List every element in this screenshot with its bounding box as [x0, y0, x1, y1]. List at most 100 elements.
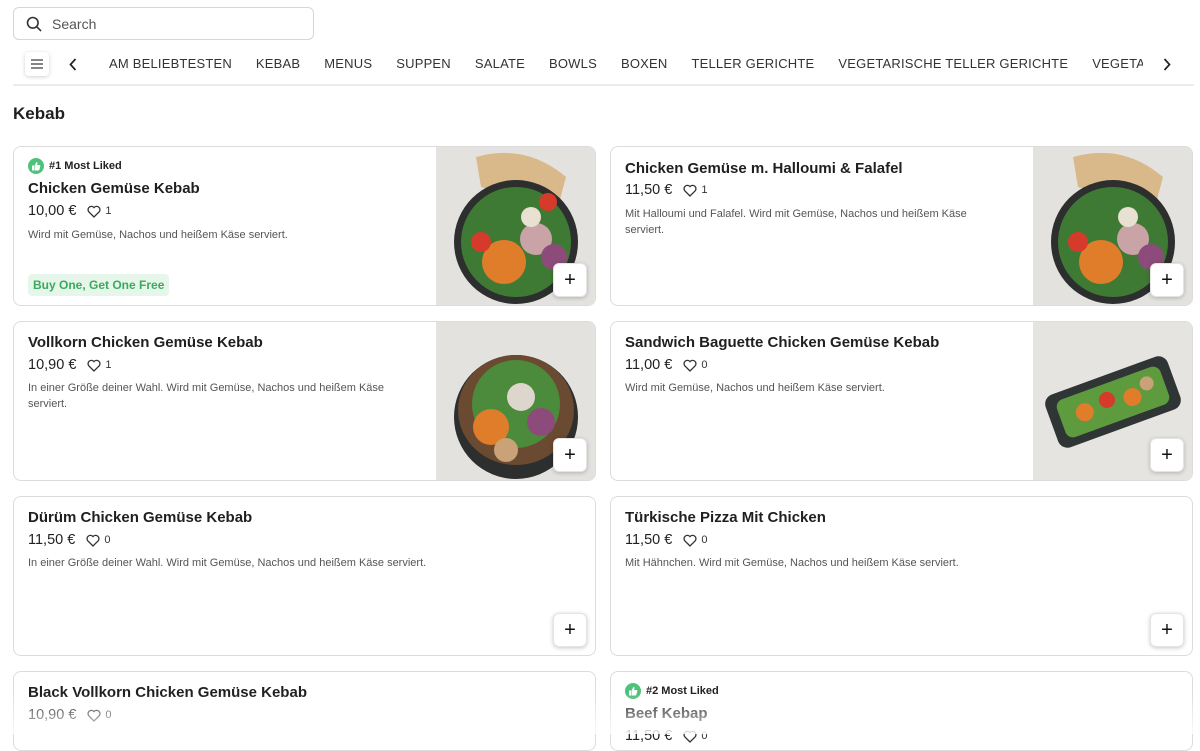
add-to-cart-button[interactable]: +	[553, 613, 587, 647]
product-description: Wird mit Gemüse, Nachos und heißem Käse …	[28, 229, 288, 241]
tab-boxen[interactable]: BOXEN	[621, 46, 668, 82]
heart-icon	[87, 359, 101, 372]
chevron-left-icon	[69, 57, 77, 71]
tab-vegetarische-teller-gerichte[interactable]: VEGETARISCHE TELLER GERICHTE	[838, 46, 1068, 82]
menu-icon	[31, 59, 43, 69]
product-name: Chicken Gemüse Kebab	[28, 180, 200, 197]
add-to-cart-button[interactable]: +	[553, 438, 587, 472]
like-button[interactable]: 1	[683, 184, 707, 197]
tab-am-beliebtesten[interactable]: AM BELIEBTESTEN	[109, 46, 232, 82]
category-list-button[interactable]	[25, 52, 49, 76]
heart-icon	[683, 359, 697, 372]
product-name: Beef Kebap	[625, 705, 708, 722]
product-name: Türkische Pizza Mit Chicken	[625, 509, 826, 526]
price-row: 10,90 € 0	[28, 707, 112, 723]
like-button[interactable]: 1	[87, 205, 112, 218]
product-name: Sandwich Baguette Chicken Gemüse Kebab	[625, 334, 940, 351]
price-row: 11,00 € 0	[625, 357, 707, 373]
product-image: +	[1033, 147, 1192, 305]
like-count: 0	[701, 359, 708, 371]
add-to-cart-button[interactable]: +	[1150, 438, 1184, 472]
thumbs-up-icon	[625, 683, 641, 699]
product-description: Mit Hähnchen. Wird mit Gemüse, Nachos un…	[625, 557, 959, 569]
like-button[interactable]: 0	[683, 359, 707, 372]
like-button[interactable]: 1	[87, 359, 112, 372]
tab-vegetarische-gerichte[interactable]: VEGETARISCHE GERICHTE	[1092, 46, 1143, 82]
category-nav: AM BELIEBTESTEN KEBAB MENUS SUPPEN SALATE BOW…	[13, 46, 1194, 86]
badge-label: #1 Most Liked	[49, 160, 122, 172]
price-row: 11,50 € 0	[625, 532, 707, 548]
tab-suppen[interactable]: SUPPEN	[396, 46, 451, 82]
add-to-cart-button[interactable]: +	[1150, 613, 1184, 647]
add-to-cart-button[interactable]: +	[1150, 263, 1184, 297]
product-description: In einer Größe deiner Wahl. Wird mit Gem…	[28, 557, 427, 569]
category-tabs: AM BELIEBTESTEN KEBAB MENUS SUPPEN SALATE BOW…	[109, 46, 1143, 82]
like-button[interactable]: 0	[683, 534, 707, 547]
product-card[interactable]: Vollkorn Chicken Gemüse Kebab 10,90 € 1 …	[13, 321, 596, 481]
like-count: 1	[105, 205, 112, 217]
like-count: 0	[701, 730, 708, 742]
product-price: 11,50 €	[28, 532, 76, 548]
product-price: 11,50 €	[625, 728, 673, 744]
search-input[interactable]	[50, 14, 294, 33]
promo-badge: Buy One, Get One Free	[28, 274, 170, 296]
product-card[interactable]: Türkische Pizza Mit Chicken 11,50 € 0 Mi…	[610, 496, 1193, 656]
heart-icon	[683, 730, 697, 743]
product-card[interactable]: Chicken Gemüse m. Halloumi & Falafel 11,…	[610, 146, 1193, 306]
thumbs-up-icon	[28, 158, 44, 174]
heart-icon	[87, 709, 101, 722]
product-price: 11,50 €	[625, 182, 673, 198]
tab-teller-gerichte[interactable]: TELLER GERICHTE	[691, 46, 814, 82]
product-image: +	[1033, 322, 1192, 480]
product-image: +	[436, 147, 595, 305]
product-name: Dürüm Chicken Gemüse Kebab	[28, 509, 253, 526]
heart-icon	[683, 184, 697, 197]
product-card[interactable]: Black Vollkorn Chicken Gemüse Kebab 10,9…	[13, 671, 596, 751]
product-price: 11,00 €	[625, 357, 673, 373]
search-icon	[26, 16, 42, 31]
like-count: 0	[105, 709, 112, 721]
heart-icon	[86, 534, 100, 547]
tab-bowls[interactable]: BOWLS	[549, 46, 597, 82]
product-description: Wird mit Gemüse, Nachos und heißem Käse …	[625, 382, 885, 394]
product-price: 11,50 €	[625, 532, 673, 548]
chevron-right-icon	[1163, 57, 1171, 71]
most-liked-badge: #1 Most Liked	[28, 158, 122, 174]
search-box[interactable]	[13, 7, 314, 40]
most-liked-badge: #2 Most Liked	[625, 683, 719, 699]
price-row: 10,00 € 1	[28, 203, 112, 219]
product-price: 10,00 €	[28, 203, 77, 219]
product-card[interactable]: Dürüm Chicken Gemüse Kebab 11,50 € 0 In …	[13, 496, 596, 656]
scroll-right-button[interactable]	[1157, 52, 1177, 76]
heart-icon	[683, 534, 697, 547]
tab-menus[interactable]: MENUS	[324, 46, 372, 82]
price-row: 11,50 € 0	[625, 728, 707, 744]
product-card[interactable]: #1 Most Liked Chicken Gemüse Kebab 10,00…	[13, 146, 596, 306]
product-card[interactable]: Sandwich Baguette Chicken Gemüse Kebab 1…	[610, 321, 1193, 481]
like-count: 0	[104, 534, 111, 546]
like-count: 1	[105, 359, 112, 371]
product-name: Chicken Gemüse m. Halloumi & Falafel	[625, 160, 903, 177]
like-count: 1	[701, 184, 708, 196]
tab-salate[interactable]: SALATE	[475, 46, 525, 82]
price-row: 10,90 € 1	[28, 357, 112, 373]
product-price: 10,90 €	[28, 357, 77, 373]
badge-label: #2 Most Liked	[646, 685, 719, 697]
scroll-left-button[interactable]	[63, 52, 83, 76]
like-button[interactable]: 0	[86, 534, 110, 547]
like-button[interactable]: 0	[87, 709, 112, 722]
like-button[interactable]: 0	[683, 730, 707, 743]
like-count: 0	[701, 534, 708, 546]
price-row: 11,50 € 1	[625, 182, 707, 198]
product-price: 10,90 €	[28, 707, 77, 723]
product-description: In einer Größe deiner Wahl. Wird mit Gem…	[28, 382, 385, 410]
add-to-cart-button[interactable]: +	[553, 263, 587, 297]
heart-icon	[87, 205, 101, 218]
product-image: +	[436, 322, 595, 480]
product-card[interactable]: #2 Most Liked Beef Kebap 11,50 € 0	[610, 671, 1193, 751]
price-row: 11,50 € 0	[28, 532, 110, 548]
product-name: Black Vollkorn Chicken Gemüse Kebab	[28, 684, 307, 701]
tab-kebab[interactable]: KEBAB	[256, 46, 300, 82]
product-description: Mit Halloumi und Falafel. Wird mit Gemüs…	[625, 208, 967, 236]
section-title: Kebab	[13, 104, 65, 123]
